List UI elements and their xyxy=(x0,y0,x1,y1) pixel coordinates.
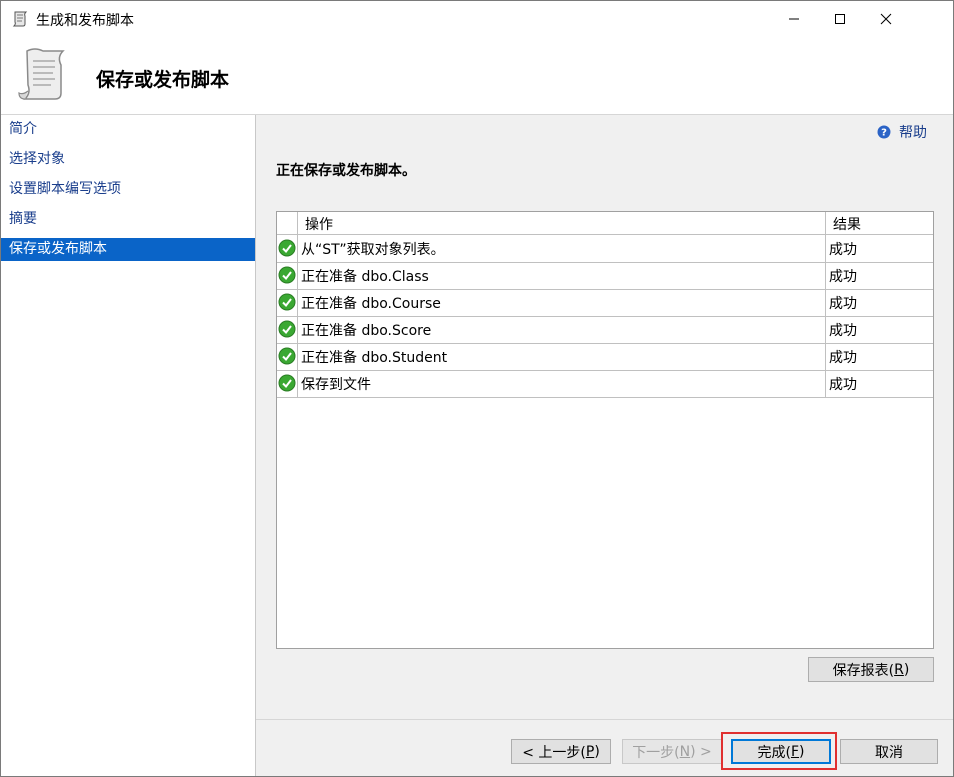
wizard-nav: 简介 选择对象 设置脚本编写选项 摘要 保存或发布脚本 xyxy=(1,115,256,776)
maximize-icon xyxy=(835,14,845,24)
table-row[interactable]: 正在准备 dbo.Score 成功 xyxy=(277,316,933,344)
row-result: 成功 xyxy=(829,323,857,339)
row-result: 成功 xyxy=(829,242,857,258)
next-accesskey: N xyxy=(679,743,691,760)
help-label: 帮助 xyxy=(899,125,927,141)
table-row[interactable]: 正在准备 dbo.Class 成功 xyxy=(277,262,933,290)
nav-item-summary[interactable]: 摘要 xyxy=(1,208,255,231)
column-header-result[interactable]: 结果 xyxy=(833,214,861,234)
help-icon: ? xyxy=(877,125,891,139)
annotation-highlight xyxy=(721,732,837,770)
previous-label-end: ) xyxy=(594,743,600,760)
success-check-icon xyxy=(278,320,296,338)
nav-item-choose-objects[interactable]: 选择对象 xyxy=(1,148,255,171)
row-operation: 正在准备 dbo.Score xyxy=(301,323,432,339)
table-row[interactable]: 从“ST”获取对象列表。 成功 xyxy=(277,235,933,263)
row-operation: 正在准备 dbo.Class xyxy=(301,269,429,285)
success-check-icon xyxy=(278,293,296,311)
close-button[interactable] xyxy=(863,1,909,37)
help-link[interactable]: ? 帮助 xyxy=(877,122,927,142)
success-check-icon xyxy=(278,347,296,365)
results-table: 操作 结果 从“ST”获取对象列表。 成功 正在准备 dbo.Class 成功 … xyxy=(276,211,934,649)
close-icon xyxy=(880,13,892,25)
minimize-icon xyxy=(789,18,799,20)
previous-accesskey: P xyxy=(585,743,595,760)
row-operation: 保存到文件 xyxy=(301,377,371,393)
row-result: 成功 xyxy=(829,350,857,366)
save-report-label-end: ) xyxy=(903,661,910,678)
previous-label: < 上一步( xyxy=(522,744,586,761)
dialog-window: 生成和发布脚本 保存或发布脚本 简介 选择对象 设置脚本编写选项 摘要 保存或发… xyxy=(0,0,954,777)
row-operation: 正在准备 dbo.Course xyxy=(301,296,441,312)
success-check-icon xyxy=(278,374,296,392)
nav-item-intro[interactable]: 简介 xyxy=(1,118,255,141)
page-title: 保存或发布脚本 xyxy=(96,69,230,91)
minimize-button[interactable] xyxy=(771,1,817,37)
success-check-icon xyxy=(278,266,296,284)
table-row[interactable]: 正在准备 dbo.Student 成功 xyxy=(277,343,933,371)
previous-button[interactable]: < 上一步(P) xyxy=(511,739,611,764)
save-report-accesskey: R xyxy=(894,661,904,678)
column-header-operation[interactable]: 操作 xyxy=(305,214,333,234)
row-result: 成功 xyxy=(829,377,857,393)
cancel-label: 取消 xyxy=(875,744,903,761)
row-result: 成功 xyxy=(829,296,857,312)
script-scroll-icon xyxy=(12,11,28,27)
table-row[interactable]: 正在准备 dbo.Course 成功 xyxy=(277,289,933,317)
cancel-button[interactable]: 取消 xyxy=(840,739,938,764)
save-report-label: 保存报表( xyxy=(832,662,895,679)
title-bar: 生成和发布脚本 xyxy=(1,1,953,37)
script-scroll-icon xyxy=(18,48,65,100)
row-operation: 正在准备 dbo.Student xyxy=(301,350,448,366)
nav-item-scripting-options[interactable]: 设置脚本编写选项 xyxy=(1,178,255,201)
success-check-icon xyxy=(278,239,296,257)
window-title: 生成和发布脚本 xyxy=(36,13,134,29)
next-label-end: ) > xyxy=(690,743,712,760)
table-row[interactable]: 保存到文件 成功 xyxy=(277,370,933,398)
status-message: 正在保存或发布脚本。 xyxy=(276,163,416,179)
maximize-button[interactable] xyxy=(817,1,863,37)
next-button[interactable]: 下一步(N) > xyxy=(622,739,722,764)
table-header: 操作 结果 xyxy=(277,212,933,235)
footer-separator xyxy=(256,719,953,720)
row-operation: 从“ST”获取对象列表。 xyxy=(301,242,445,258)
page-header: 保存或发布脚本 xyxy=(1,37,953,115)
next-label: 下一步( xyxy=(632,744,680,761)
save-report-button[interactable]: 保存报表(R) xyxy=(808,657,934,682)
nav-item-save-publish[interactable]: 保存或发布脚本 xyxy=(1,238,255,261)
row-result: 成功 xyxy=(829,269,857,285)
svg-text:?: ? xyxy=(881,128,887,139)
